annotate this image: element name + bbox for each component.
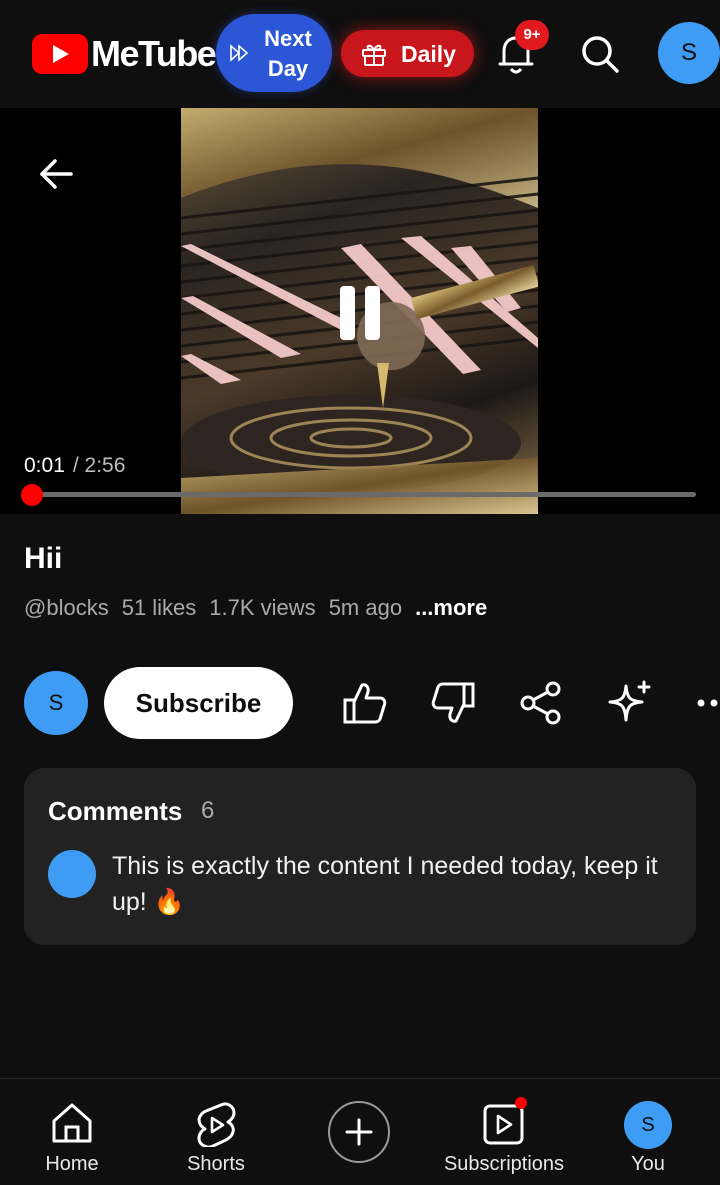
home-icon [52,1103,92,1143]
view-count: 1.7K views [209,595,316,620]
video-title: Hii [24,542,63,575]
more-link[interactable]: ...more [415,595,487,621]
like-icon[interactable] [342,680,388,726]
create-button[interactable] [328,1101,390,1163]
you-avatar: S [624,1101,672,1149]
share-icon[interactable] [518,680,564,726]
more-options-icon[interactable] [696,696,720,710]
progress-bar[interactable] [28,492,696,497]
channel-avatar[interactable]: S [24,671,88,735]
subscriptions-icon [483,1104,524,1145]
scrubber-handle[interactable] [21,484,43,506]
daily-button[interactable]: Daily [341,30,474,77]
upload-age: 5m ago [328,595,403,620]
brand-name: MeTube [91,33,217,74]
video-player[interactable]: 0:01 / 2:56 [0,108,720,514]
top-bar: MeTube Next Day Daily 9+ S [0,0,720,108]
comments-heading: Comments [48,796,183,826]
next-day-label: Next Day [264,26,312,81]
nav-subscriptions-label: Subscriptions [443,1153,565,1175]
nav-home-label: Home [45,1153,99,1175]
play-logo-icon [32,34,88,74]
comments-panel[interactable]: Comments 6 This is exactly the content I… [24,768,696,945]
pause-icon[interactable] [338,286,382,340]
next-day-button[interactable]: Next Day [216,14,332,92]
video-meta: @blocks 51 likes 1.7K views 5m ago ...mo… [24,595,487,621]
fast-forward-icon [230,44,249,62]
back-arrow-icon[interactable] [38,158,74,190]
daily-label: Daily [401,41,456,67]
commenter-avatar [48,850,96,898]
dislike-icon[interactable] [430,680,476,726]
like-count: 51 likes [121,595,197,620]
metube-logo[interactable]: MeTube [32,33,217,75]
bottom-navigation: Home Shorts Subscriptions S You [0,1078,720,1185]
ai-sparkle-icon[interactable] [604,680,654,726]
subscribe-button[interactable]: Subscribe [104,667,293,739]
playback-time: 0:01 / 2:56 [24,454,125,478]
comments-count: 6 [201,797,215,824]
current-time: 0:01 [24,454,65,477]
plus-icon [345,1118,373,1146]
new-content-dot [515,1097,527,1109]
notification-count-badge: 9+ [515,20,549,50]
search-icon[interactable] [580,34,620,74]
nav-you-label: You [631,1153,665,1175]
shorts-icon [197,1102,236,1147]
total-duration: / 2:56 [72,454,126,477]
channel-handle[interactable]: @blocks [24,595,109,621]
profile-avatar[interactable]: S [658,22,720,84]
top-comment-text: This is exactly the content I needed tod… [112,852,658,916]
nav-shorts-label: Shorts [187,1153,245,1175]
gift-icon [362,44,386,66]
